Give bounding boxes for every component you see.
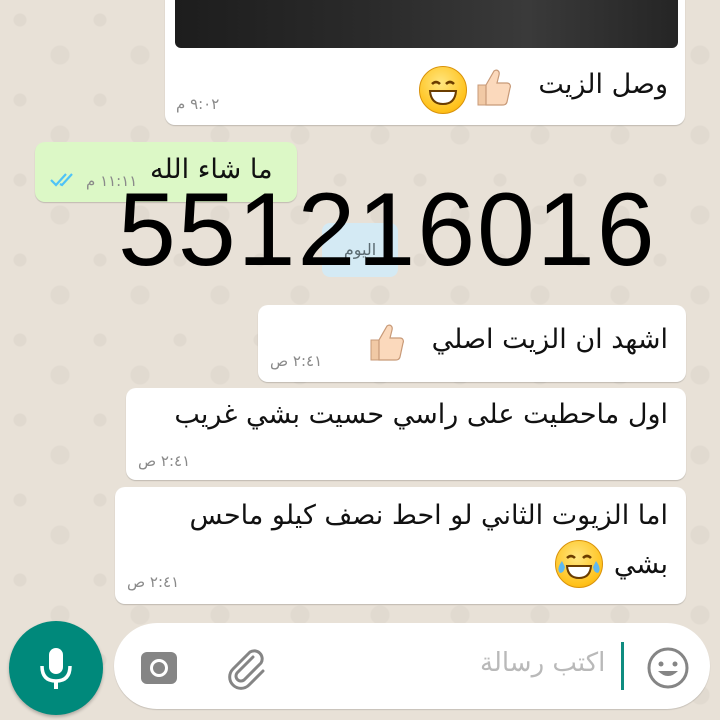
message-text-line-2: بشي [613, 549, 668, 580]
message-text: اول ماحطيت على راسي حسيت بشي غريب [174, 399, 668, 430]
message-input-placeholder[interactable]: اكتب رسالة [480, 648, 605, 678]
message-text: وصل الزيت [538, 69, 668, 100]
thumbs-up-icon [363, 320, 409, 370]
text-cursor [621, 642, 624, 690]
message-time: ٢:٤١ ص [138, 452, 191, 470]
overlay-phone-number: 551216016 [118, 172, 657, 288]
message-text: اشهد ان الزيت اصلي [431, 324, 668, 355]
mic-button[interactable] [9, 621, 103, 715]
camera-icon [141, 652, 177, 684]
message-time: ٢:٤١ ص [270, 352, 323, 370]
message-time: ٩:٠٢ م [176, 95, 220, 113]
laughing-face-icon [419, 66, 467, 114]
thumbs-up-icon [470, 65, 516, 115]
camera-button[interactable] [137, 646, 181, 690]
attach-button[interactable] [223, 645, 269, 691]
message-time: ٢:٤١ ص [127, 573, 180, 591]
image-thumbnail[interactable] [175, 0, 678, 48]
read-ticks-icon [49, 171, 79, 193]
emoji-button[interactable] [645, 645, 691, 691]
tears-of-joy-icon [555, 540, 603, 588]
mic-icon [40, 648, 72, 689]
message-text-line-1: اما الزيوت الثاني لو احط نصف كيلو ماحس [189, 500, 668, 531]
attach-icon [228, 649, 265, 690]
emoji-icon [647, 647, 689, 689]
